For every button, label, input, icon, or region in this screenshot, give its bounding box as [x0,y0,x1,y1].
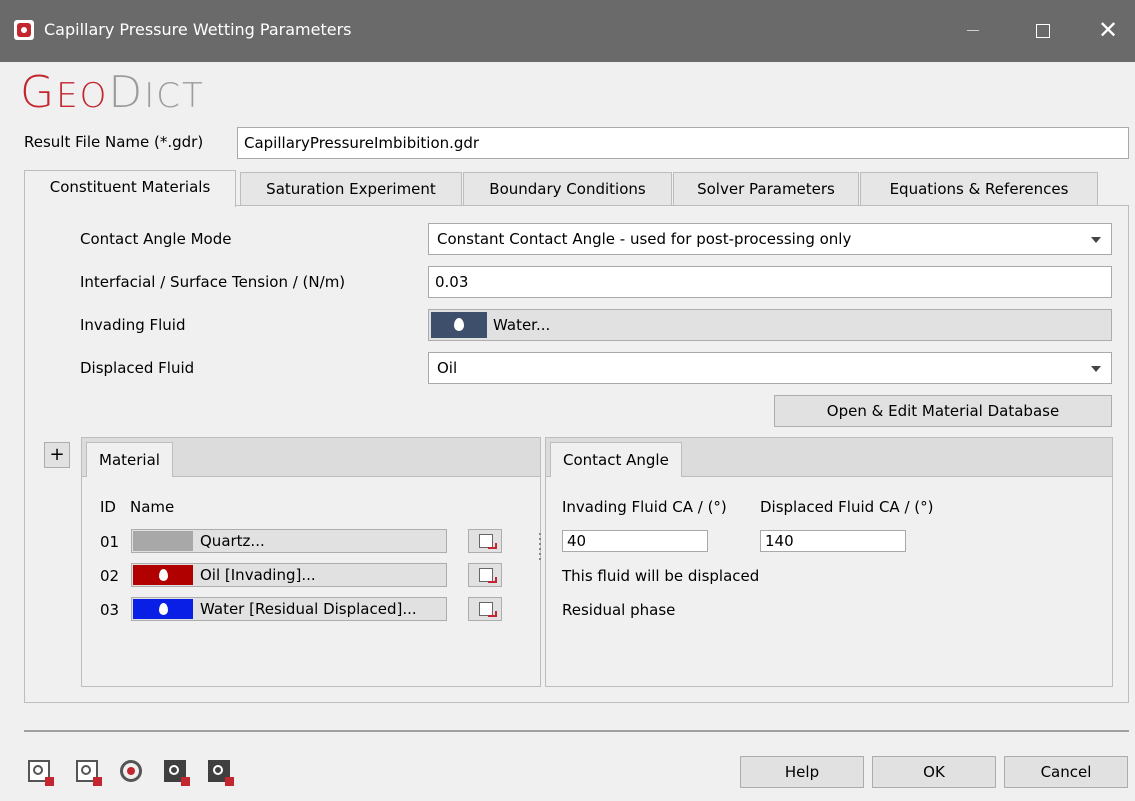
displaced-fluid-select[interactable]: Oil [428,352,1112,384]
title-bar: Capillary Pressure Wetting Parameters ✕ [0,0,1135,62]
ok-button[interactable]: OK [872,756,996,788]
material-swatch [133,531,193,551]
material-button-water[interactable]: Water [Residual Displaced]... [131,597,447,621]
drop-icon [159,569,168,581]
name-column-header: Name [130,498,175,516]
add-material-button[interactable]: + [44,442,70,468]
close-button[interactable]: ✕ [1088,12,1128,48]
reset-settings-icon[interactable] [120,760,142,782]
surface-tension-label: Interfacial / Surface Tension / (N/m) [80,273,346,291]
invading-fluid-label: Invading Fluid [80,316,186,334]
surface-tension-input[interactable]: 0.03 [428,266,1112,298]
drop-icon [159,603,168,615]
material-panel: Material [81,437,541,687]
contact-angle-panel: Contact Angle [545,437,1113,687]
tab-solver-parameters[interactable]: Solver Parameters [673,172,859,206]
displaced-ca-label: Displaced Fluid CA / (°) [760,498,934,516]
material-swatch [133,599,193,619]
geodict-logo: GEODICT [20,67,205,118]
invading-fluid-swatch [431,312,487,338]
displaced-fluid-label: Displaced Fluid [80,359,195,377]
id-column-header: ID [100,498,116,516]
material-id: 03 [100,601,120,619]
minimize-button[interactable] [953,12,993,48]
material-edit-icon[interactable] [468,597,502,621]
export-macro-icon[interactable] [164,760,190,786]
footer-separator [24,730,1129,732]
load-settings-icon[interactable] [76,760,102,786]
cancel-button[interactable]: Cancel [1004,756,1128,788]
tab-constituent-materials[interactable]: Constituent Materials [24,170,236,207]
save-settings-icon[interactable] [28,760,54,786]
result-file-label: Result File Name (*.gdr) [24,133,204,151]
material-edit-icon[interactable] [468,529,502,553]
tab-boundary-conditions[interactable]: Boundary Conditions [463,172,672,206]
chevron-down-icon [1091,366,1101,372]
contact-angle-mode-select[interactable]: Constant Contact Angle - used for post-p… [428,223,1112,255]
window-title: Capillary Pressure Wetting Parameters [44,20,352,39]
tab-saturation-experiment[interactable]: Saturation Experiment [240,172,462,206]
open-material-database-button[interactable]: Open & Edit Material Database [774,395,1112,427]
result-file-input[interactable]: CapillaryPressureImbibition.gdr [237,127,1129,159]
help-button[interactable]: Help [740,756,864,788]
tab-material[interactable]: Material [86,442,173,477]
app-icon [14,20,34,40]
drop-icon [454,318,464,331]
material-button-quartz[interactable]: Quartz... [131,529,447,553]
material-edit-icon[interactable] [468,563,502,587]
material-swatch [133,565,193,585]
maximize-button[interactable] [1022,12,1062,48]
material-id: 02 [100,567,120,585]
tab-equations-references[interactable]: Equations & References [860,172,1098,206]
invading-ca-input[interactable]: 40 [562,530,708,552]
invading-fluid-button[interactable]: Water... [428,309,1112,341]
contact-angle-mode-label: Contact Angle Mode [80,230,232,248]
panel-splitter-handle[interactable] [538,530,542,570]
material-id: 01 [100,533,120,551]
invading-ca-label: Invading Fluid CA / (°) [562,498,727,516]
material-button-oil[interactable]: Oil [Invading]... [131,563,447,587]
residual-note: Residual phase [562,601,676,619]
displaced-note: This fluid will be displaced [562,567,760,585]
tab-contact-angle[interactable]: Contact Angle [550,442,682,477]
chevron-down-icon [1091,237,1101,243]
record-macro-icon[interactable] [208,760,234,786]
displaced-ca-input[interactable]: 140 [760,530,906,552]
